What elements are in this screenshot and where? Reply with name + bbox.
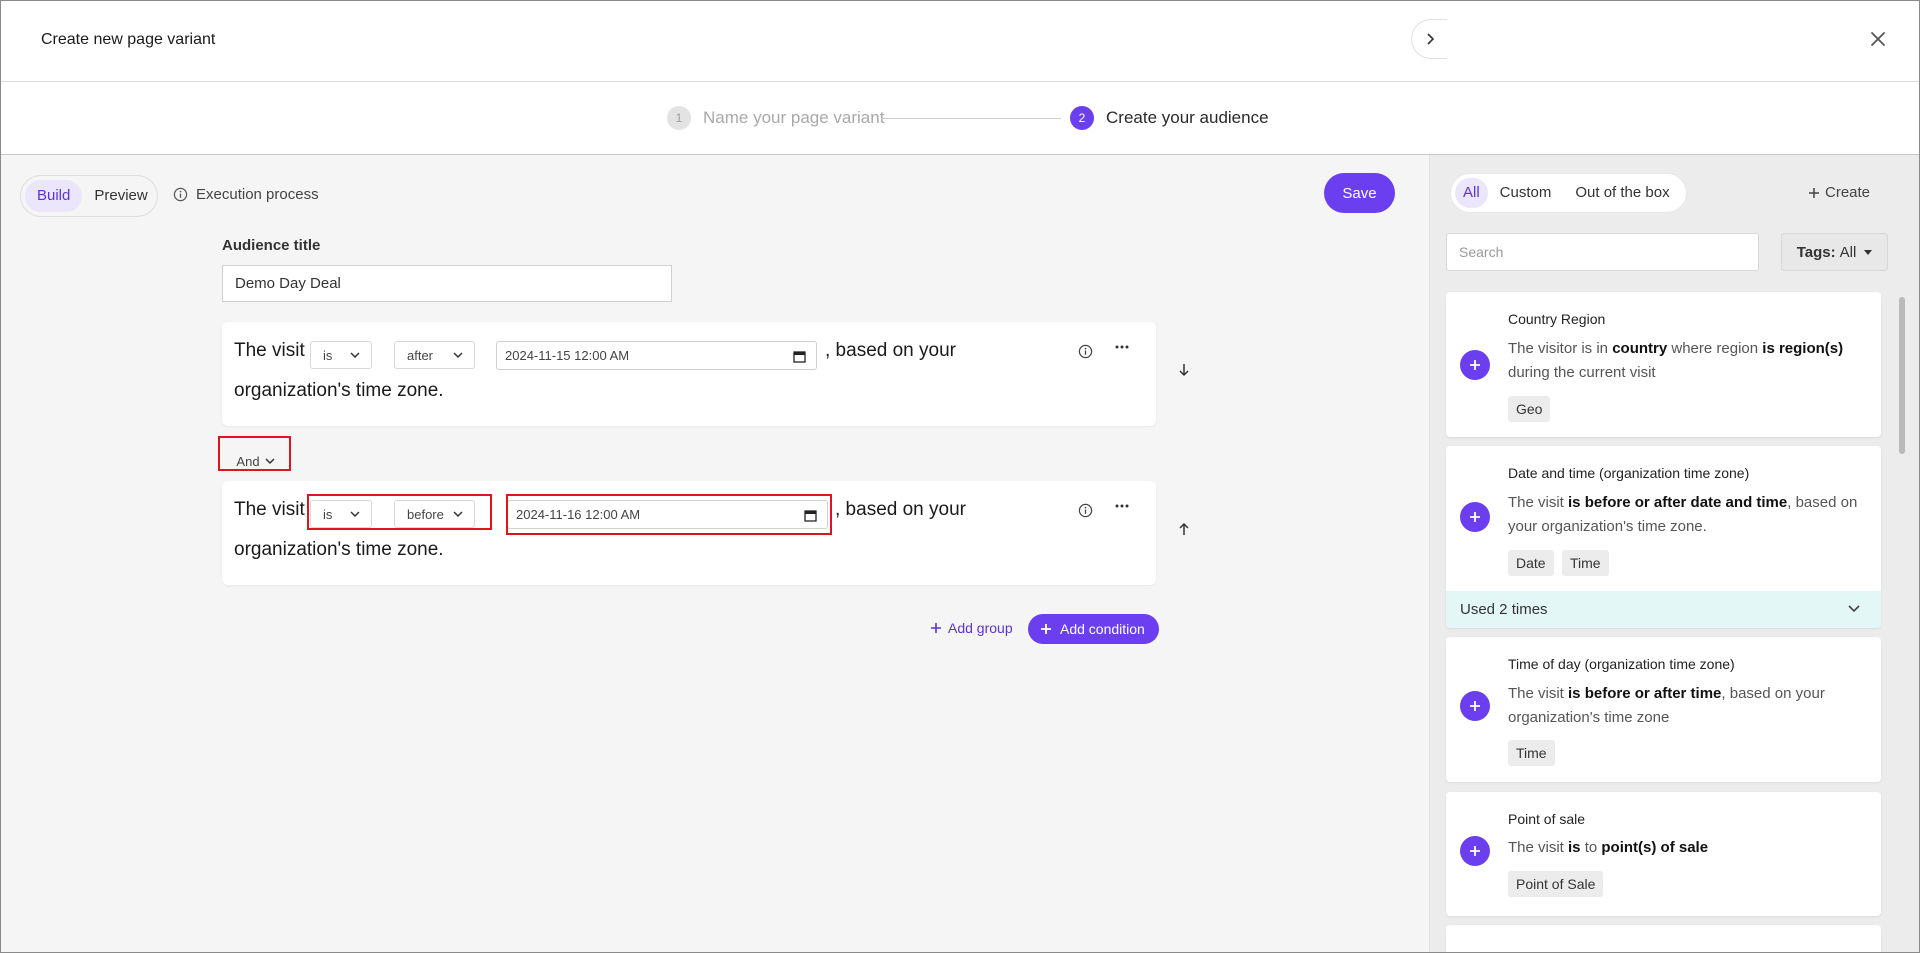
execution-process-label: Execution process: [196, 186, 319, 203]
add-condition-plus-button[interactable]: [1460, 502, 1490, 532]
condition-line2: organization's time zone.: [234, 539, 444, 560]
save-button[interactable]: Save: [1324, 173, 1395, 213]
mode-value: after: [407, 347, 434, 363]
chevron-down-icon: [1848, 605, 1860, 613]
card-description: The visit is before or after date and ti…: [1508, 494, 1858, 535]
card-description: The visit is before or after time, based…: [1508, 685, 1825, 726]
add-condition-plus-button[interactable]: [1460, 691, 1490, 721]
step-name-variant[interactable]: 1 Name your page variant: [667, 106, 884, 130]
modal-header: Create new page variant: [1, 1, 1919, 82]
plus-icon: [1470, 360, 1480, 370]
tags-label: Tags:: [1796, 243, 1836, 261]
plus-icon: [1041, 624, 1051, 634]
chevron-right-icon: [1426, 33, 1434, 45]
tag-badge: Date: [1508, 550, 1554, 576]
step-number: 1: [667, 106, 691, 130]
operator-value: is: [323, 347, 333, 363]
step-label: Name your page variant: [703, 108, 885, 127]
chevron-down-icon: [453, 352, 463, 359]
condition-card-country-region[interactable]: Country Region The visitor is in country…: [1446, 292, 1881, 437]
card-title: Date and time (organization time zone): [1508, 465, 1750, 481]
search-input[interactable]: [1446, 233, 1759, 271]
tab-build[interactable]: Build: [25, 180, 83, 212]
operator-select[interactable]: is: [310, 341, 372, 369]
audience-title-label: Audience title: [222, 237, 321, 254]
chevron-down-icon: [350, 352, 360, 359]
card-title: Time of day (organization time zone): [1508, 656, 1735, 672]
modal-title: Create new page variant: [41, 31, 216, 48]
move-down-icon[interactable]: [1178, 362, 1190, 378]
usage-count-label: Used 2 times: [1460, 601, 1548, 618]
highlight-box: [307, 494, 492, 530]
step-label: Create your audience: [1106, 108, 1269, 127]
condition-prefix: The visit: [234, 340, 305, 361]
card-title: Country Region: [1508, 311, 1606, 327]
usage-count-expander[interactable]: Used 2 times: [1446, 591, 1881, 628]
caret-down-icon: [1864, 249, 1873, 255]
add-condition-button[interactable]: Add condition: [1028, 614, 1159, 644]
info-icon[interactable]: [1078, 503, 1093, 518]
tag-badge: Time: [1508, 740, 1555, 766]
step-connector: [881, 118, 1061, 119]
condition-suffix: , based on your: [825, 340, 956, 361]
modal-window: Create new page variant 1 Name your page…: [0, 0, 1920, 953]
plus-icon: [931, 623, 941, 633]
tag-badge: Time: [1562, 550, 1609, 576]
tag-badge: Point of Sale: [1508, 871, 1604, 897]
plus-icon: [1470, 846, 1480, 856]
condition-prefix: The visit: [234, 499, 305, 520]
filter-custom[interactable]: Custom: [1488, 178, 1564, 208]
condition-card-point-of-sale[interactable]: Point of sale The visit is to point(s) o…: [1446, 792, 1881, 916]
build-preview-toggle: Build Preview: [20, 175, 158, 217]
card-description: The visit is to point(s) of sale: [1508, 839, 1709, 856]
tags-value: All: [1839, 243, 1857, 261]
calendar-icon[interactable]: [793, 350, 806, 363]
collapse-panel-button[interactable]: [1411, 19, 1447, 59]
tags-filter-dropdown[interactable]: Tags: All: [1781, 233, 1888, 271]
info-icon[interactable]: [1078, 344, 1093, 359]
close-icon[interactable]: [1867, 28, 1889, 50]
add-group-button[interactable]: Add group: [930, 620, 1013, 636]
condition-card: The visit is after 2024-11-15 12:00 AM ,…: [222, 322, 1156, 426]
condition-library-panel: All Custom Out of the box Create Tags: A…: [1429, 155, 1919, 952]
condition-line2: organization's time zone.: [234, 380, 444, 401]
stepper: 1 Name your page variant 2 Create your a…: [1, 82, 1919, 155]
tag-badge: Geo: [1508, 396, 1551, 422]
plus-icon: [1470, 512, 1480, 522]
library-filter-tabs: All Custom Out of the box: [1450, 173, 1687, 213]
step-create-audience[interactable]: 2 Create your audience: [1070, 106, 1269, 130]
execution-process-link[interactable]: Execution process: [173, 186, 319, 203]
plus-icon: [1809, 187, 1819, 198]
tab-preview[interactable]: Preview: [82, 180, 159, 212]
condition-card-time-of-day[interactable]: Time of day (organization time zone) The…: [1446, 637, 1881, 782]
panel-scrollbar[interactable]: [1898, 293, 1906, 952]
add-condition-plus-button[interactable]: [1460, 836, 1490, 866]
add-condition-label: Add condition: [1060, 621, 1145, 637]
add-group-label: Add group: [948, 620, 1013, 636]
plus-icon: [1470, 701, 1480, 711]
filter-out-of-the-box[interactable]: Out of the box: [1563, 178, 1681, 208]
highlight-box: [506, 494, 832, 535]
datetime-value: 2024-11-15 12:00 AM: [505, 348, 630, 363]
audience-title-input[interactable]: [222, 265, 672, 302]
audience-builder: Build Preview Execution process Save Aud…: [1, 155, 1429, 952]
move-up-icon[interactable]: [1178, 521, 1190, 537]
condition-card-partial[interactable]: [1446, 925, 1881, 952]
more-options-icon[interactable]: [1115, 503, 1129, 509]
card-description: The visitor is in country where region i…: [1508, 340, 1844, 381]
more-options-icon[interactable]: [1115, 344, 1129, 350]
info-icon: [173, 187, 188, 202]
card-title: Point of sale: [1508, 811, 1586, 827]
filter-all[interactable]: All: [1455, 178, 1488, 208]
add-condition-plus-button[interactable]: [1460, 350, 1490, 380]
create-label: Create: [1825, 184, 1871, 201]
condition-suffix: , based on your: [835, 499, 966, 520]
mode-select[interactable]: after: [394, 341, 475, 369]
highlight-box: [218, 436, 291, 471]
step-number: 2: [1070, 106, 1094, 130]
scrollbar-thumb[interactable]: [1899, 297, 1905, 454]
datetime-input[interactable]: 2024-11-15 12:00 AM: [496, 341, 817, 370]
create-condition-link[interactable]: Create: [1808, 184, 1870, 201]
